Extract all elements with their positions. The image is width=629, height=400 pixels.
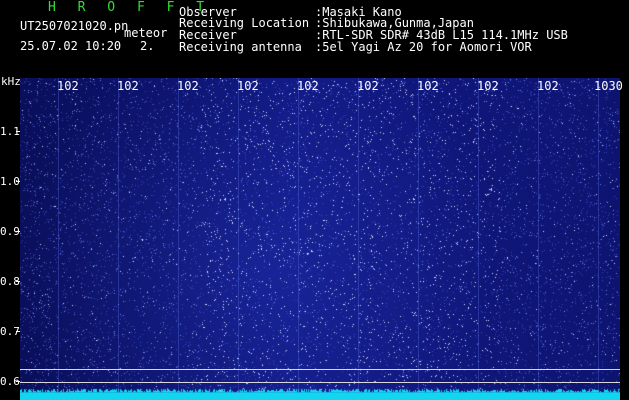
file-tag: meteor <box>124 26 168 40</box>
file-datetime: 25.07.02 10:20 <box>20 39 122 53</box>
x-tick-label: 102 <box>237 80 259 92</box>
minute-divider <box>358 78 359 400</box>
x-tick-label: 102 <box>417 80 439 92</box>
minute-divider <box>598 78 599 400</box>
file-name: UT2507021020.pn <box>20 19 129 33</box>
antenna-value: :5el Yagi Az 20 for Aomori VOR <box>315 40 532 54</box>
file-extra: 2. <box>140 39 155 53</box>
header-panel: H R O F F T UT2507021020.pn meteor 25.07… <box>0 0 629 76</box>
minute-divider <box>58 78 59 400</box>
spectrogram-noise <box>20 78 620 400</box>
y-axis-unit: kHz <box>1 75 21 88</box>
minute-divider <box>418 78 419 400</box>
minute-divider <box>538 78 539 400</box>
x-tick-label: 102 <box>477 80 499 92</box>
x-tick-label: 102 <box>357 80 379 92</box>
antenna-label: Receiving antenna <box>179 40 302 54</box>
minute-divider <box>178 78 179 400</box>
x-tick-label: 102 <box>537 80 559 92</box>
x-tick-label: 102 <box>177 80 199 92</box>
x-tick-label: 102 <box>57 80 79 92</box>
marker-line-upper <box>20 369 620 370</box>
minute-divider <box>118 78 119 400</box>
marker-line-lower <box>20 382 620 383</box>
spectrogram-plot <box>20 78 620 400</box>
minute-divider <box>298 78 299 400</box>
x-tick-label: 1030 <box>594 80 623 92</box>
x-tick-label: 102 <box>297 80 319 92</box>
x-tick-label: 102 <box>117 80 139 92</box>
minute-divider <box>238 78 239 400</box>
signal-baseline <box>20 393 620 400</box>
minute-divider <box>478 78 479 400</box>
